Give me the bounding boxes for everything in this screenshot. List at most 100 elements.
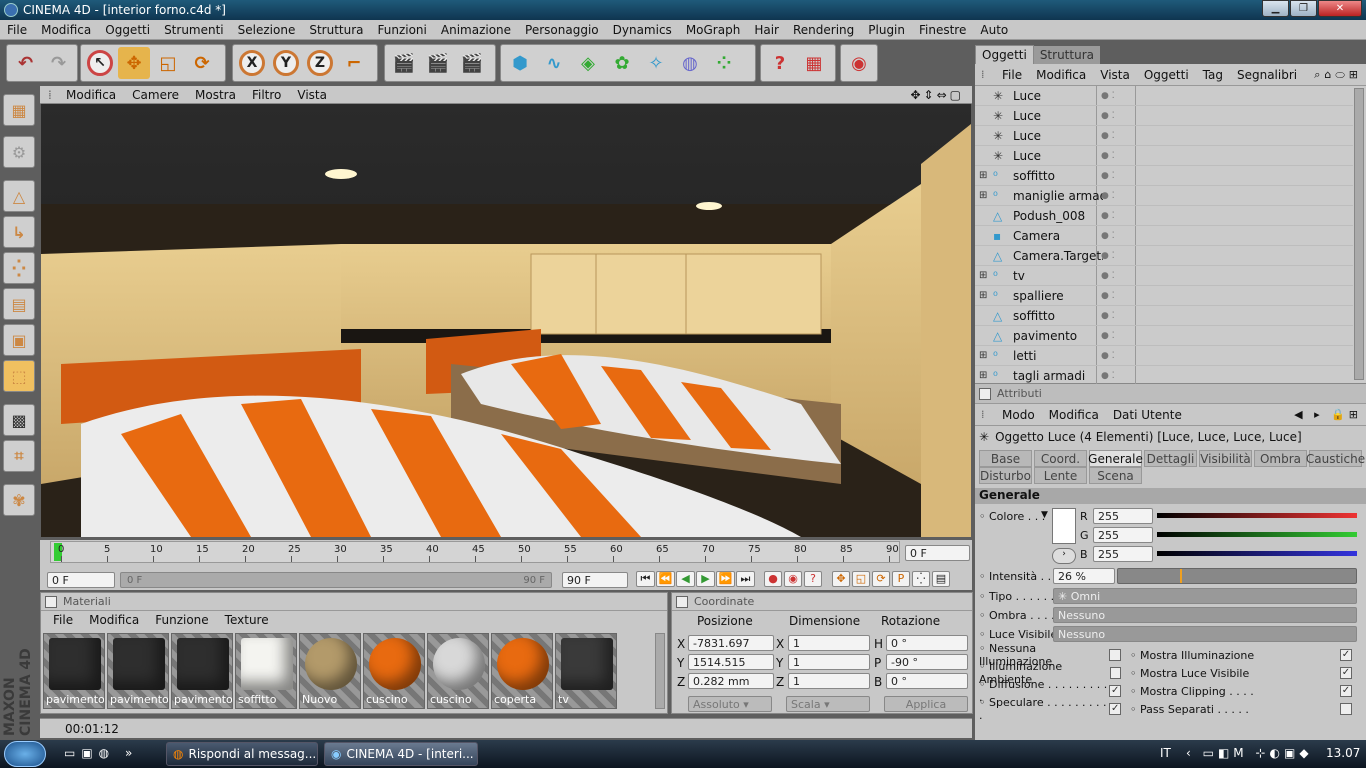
attribute-tab[interactable]: Base [979, 450, 1032, 467]
key-pla-icon[interactable]: ⁛ [912, 571, 930, 587]
checkbox-row[interactable]: ◦ Mostra Luce Visibile ✓ [1130, 664, 1360, 682]
play-backward-icon[interactable]: ◀ [676, 571, 695, 587]
help-icon[interactable]: ? [764, 47, 796, 79]
object-row[interactable]: ⊞ ⁰ maniglie armadi ● ⁚ [975, 186, 1353, 206]
object-row[interactable]: ✳ Luce ● ⁚ [975, 86, 1353, 106]
x-axis-lock-icon[interactable]: X [236, 47, 268, 79]
attribute-tab[interactable]: Ombra [1254, 450, 1307, 467]
green-field[interactable]: 255 [1093, 527, 1153, 543]
sculpt-icon[interactable]: ✾ [3, 484, 35, 516]
checkbox[interactable] [1109, 649, 1121, 661]
autokey-icon[interactable]: ◉ [784, 571, 802, 587]
panel-toggle[interactable] [45, 595, 57, 608]
objects-menu-item[interactable]: Modifica [1029, 68, 1093, 82]
frame-range-slider[interactable]: 0 F 90 F [120, 572, 552, 588]
menu-item[interactable]: Finestre [912, 23, 973, 37]
coordinate-mode-dropdown[interactable]: Assoluto ▾ [688, 696, 772, 712]
object-row[interactable]: ⊞ ⁰ tv ● ⁚ [975, 266, 1353, 286]
checkbox[interactable]: ✓ [1340, 667, 1352, 679]
expand-toggle[interactable]: ⊞ [979, 370, 989, 381]
minimize-button[interactable]: ▁ [1262, 0, 1289, 17]
timeline-ruler[interactable]: 0 5 10 15 20 25 30 35 40 45 50 55 60 65 70 75 80 85 90 [50, 541, 900, 563]
color-menu-icon[interactable]: ▼ [1041, 510, 1048, 520]
visibility-dots[interactable]: ● ⁚ [1101, 291, 1115, 301]
menu-item[interactable]: Animazione [434, 23, 518, 37]
visibility-dots[interactable]: ● ⁚ [1101, 231, 1115, 241]
materials-menu-item[interactable]: File [45, 613, 81, 627]
material-tile[interactable]: cuscino [363, 633, 425, 709]
object-row[interactable]: △ pavimento ● ⁚ [975, 326, 1353, 346]
object-row[interactable]: ⊞ ⁰ soffitto ● ⁚ [975, 166, 1353, 186]
material-tile[interactable]: Nuovo [299, 633, 361, 709]
texture-mode-icon[interactable]: ⬚ [3, 360, 35, 392]
visibility-dots[interactable]: ● ⁚ [1101, 191, 1115, 201]
start-button[interactable] [4, 741, 46, 767]
expand-toggle[interactable]: ⊞ [979, 270, 989, 281]
visibility-dots[interactable]: ● ⁚ [1101, 251, 1115, 261]
shadow-dropdown[interactable]: Nessuno [1053, 607, 1357, 623]
visibility-dots[interactable]: ● ⁚ [1101, 91, 1115, 101]
menu-item[interactable]: Plugin [861, 23, 912, 37]
viewport-menu-item[interactable]: Vista [289, 88, 335, 102]
green-slider[interactable] [1157, 532, 1357, 537]
object-row[interactable]: △ soffitto ● ⁚ [975, 306, 1353, 326]
checkbox[interactable]: ✓ [1109, 703, 1121, 715]
key-options-icon[interactable]: ▤ [932, 571, 950, 587]
object-row[interactable]: ✳ Luce ● ⁚ [975, 126, 1353, 146]
make-editable-icon[interactable]: ⚙ [3, 136, 35, 168]
visibility-dots[interactable]: ● ⁚ [1101, 211, 1115, 221]
materials-menu-item[interactable]: Texture [217, 613, 277, 627]
blue-slider[interactable] [1157, 551, 1357, 556]
panel-toggle[interactable] [676, 595, 688, 608]
objects-menu-item[interactable]: Oggetti [1137, 68, 1196, 82]
materials-menu-item[interactable]: Funzione [147, 613, 216, 627]
go-to-end-icon[interactable]: ⏭ [736, 571, 755, 587]
materials-scrollbar[interactable] [655, 633, 665, 709]
checker-icon[interactable]: ▩ [3, 404, 35, 436]
menu-item[interactable]: Selezione [231, 23, 303, 37]
checkbox-row[interactable]: ◦ Mostra Illuminazione ✓ [1130, 646, 1360, 664]
attribute-tab[interactable]: Lente [1034, 467, 1087, 484]
end-frame-field[interactable]: 90 F [562, 572, 628, 588]
object-row[interactable]: ✳ Luce ● ⁚ [975, 106, 1353, 126]
objects-menu-item[interactable]: Vista [1093, 68, 1137, 82]
menu-item[interactable]: Modifica [34, 23, 98, 37]
rotation-field[interactable]: -90 ° [886, 654, 968, 670]
polygons-mode-icon[interactable]: ▣ [3, 324, 35, 356]
dimension-field[interactable]: 1 [788, 654, 870, 670]
menu-item[interactable]: Personaggio [518, 23, 606, 37]
objects-menu-item[interactable]: Tag [1196, 68, 1230, 82]
current-frame-field[interactable]: 0 F [905, 545, 970, 561]
attribute-tab[interactable]: Visibilità [1199, 450, 1252, 467]
taskbar-cinema4d[interactable]: ◉ CINEMA 4D - [interi... [324, 742, 478, 766]
object-row[interactable]: ⊞ ⁰ spalliere ● ⁚ [975, 286, 1353, 306]
expand-toggle[interactable]: ⊞ [979, 290, 989, 301]
scale-mode-dropdown[interactable]: Scala ▾ [786, 696, 870, 712]
menu-item[interactable]: Struttura [302, 23, 370, 37]
material-tile[interactable]: pavimento [43, 633, 105, 709]
object-row[interactable]: △ Podush_008 ● ⁚ [975, 206, 1353, 226]
visibility-dots[interactable]: ● ⁚ [1101, 111, 1115, 121]
menu-item[interactable]: Oggetti [98, 23, 157, 37]
checkbox-row[interactable]: ◦ Pass Separati . . . . . [1130, 700, 1360, 718]
menu-item[interactable]: Hair [747, 23, 786, 37]
intensity-slider[interactable] [1117, 568, 1357, 584]
visibility-dots[interactable]: ● ⁚ [1101, 311, 1115, 321]
objects-scrollbar[interactable] [1354, 88, 1364, 380]
visible-light-dropdown[interactable]: Nessuno [1053, 626, 1357, 642]
array-icon[interactable]: ✿ [606, 47, 638, 79]
attribute-tab[interactable]: Disturbo [979, 467, 1032, 484]
viewport-menu-item[interactable]: Camere [124, 88, 187, 102]
object-row[interactable]: ⊞ ⁰ tagli armadi ● ⁚ [975, 366, 1353, 386]
render-picture-viewer-icon[interactable]: 🎬 [456, 47, 488, 79]
menu-item[interactable]: Auto [973, 23, 1015, 37]
menu-item[interactable]: Dynamics [606, 23, 679, 37]
attributes-nav-icons[interactable]: ◀ ▸ 🔒⊞ [1294, 408, 1366, 421]
attributes-menu-item[interactable]: Modifica [1042, 408, 1106, 422]
next-key-icon[interactable]: ⏩ [716, 571, 735, 587]
visibility-dots[interactable]: ● ⁚ [1101, 371, 1115, 381]
close-button[interactable]: ✕ [1318, 0, 1362, 17]
object-row[interactable]: ⊞ ⁰ letti ● ⁚ [975, 346, 1353, 366]
object-mode-icon[interactable]: ↳ [3, 216, 35, 248]
rotation-field[interactable]: 0 ° [886, 673, 968, 689]
